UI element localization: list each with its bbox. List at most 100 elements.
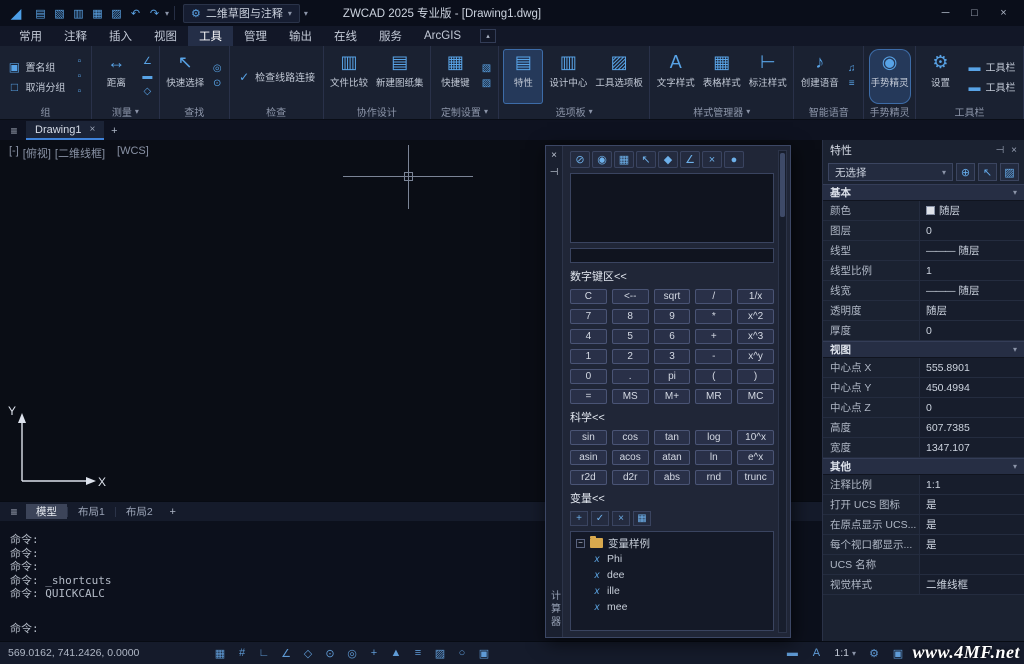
document-tab-drawing1[interactable]: Drawing1 × [26,121,105,140]
calc-key[interactable]: 4 [570,329,607,344]
intersection-icon[interactable]: × [702,151,722,168]
ribbon-tab-output[interactable]: 输出 [278,26,323,46]
calc-key[interactable]: * [695,309,733,324]
return-variable-icon[interactable]: ▦ [633,511,651,526]
dyn-toggle[interactable]: ▲ [386,645,406,662]
group-mini-icon-1[interactable]: ▫ [72,56,86,68]
clear-history-icon[interactable]: ◉ [592,151,612,168]
design-center-button[interactable]: ▥ 设计中心 [547,49,589,104]
isometric-toggle[interactable]: ◇ [298,645,318,662]
property-value[interactable]: ——— 随层 [920,281,1024,300]
smart-voice-mini-icon-2[interactable]: ≡ [845,78,859,90]
ribbon-group-label-style-manager[interactable]: 样式管理器 ▾ [654,104,789,119]
calc-key[interactable]: 0 [570,369,607,384]
undo-icon[interactable]: ↶ [126,4,145,22]
property-value[interactable]: 0 [920,398,1024,417]
model-space-icon[interactable]: ▬ [782,645,802,662]
calc-key[interactable]: rnd [695,470,733,485]
calc-key[interactable]: ln [695,450,733,465]
calc-key[interactable]: 7 [570,309,607,324]
close-icon[interactable]: × [89,124,95,135]
smart-voice-mini-icon-1[interactable]: ♫ [845,63,859,75]
calc-key[interactable]: MC [737,389,774,404]
toggle-pickadd-icon[interactable]: ⊕ [956,163,975,181]
calc-key[interactable]: pi [653,369,691,384]
property-value[interactable]: 0 [920,321,1024,340]
calc-key[interactable]: + [695,329,733,344]
variable-item[interactable]: x Phi [576,551,768,567]
calc-key[interactable]: tan [653,430,691,445]
property-value[interactable]: 1 [920,261,1024,280]
check-circuit-button[interactable]: ✓ 检查线路连接 [234,68,318,85]
calc-key[interactable]: 9 [653,309,691,324]
ribbon-tab-manage[interactable]: 管理 [233,26,278,46]
settings-button[interactable]: ⚙ 设置 [921,49,961,104]
osnap-3d-toggle[interactable]: ◎ [342,645,362,662]
print-icon[interactable]: ▨ [107,4,126,22]
calc-key[interactable]: sin [570,430,607,445]
calc-key[interactable]: d2r [611,470,649,485]
layout-menu-icon[interactable]: ≡ [2,502,26,521]
cycling-toggle[interactable]: ○ [452,645,472,662]
calc-key[interactable]: sqrt [653,289,691,304]
calc-key[interactable]: = [570,389,607,404]
variable-item[interactable]: x mee [576,599,768,615]
workspace-gear-icon[interactable]: ⚙ [864,645,884,662]
display-settings-icon[interactable]: ▣ [888,645,908,662]
customization-mini-icon-1[interactable]: ▧ [479,63,493,75]
get-coordinates-icon[interactable]: ↖ [636,151,656,168]
calc-key[interactable]: 5 [611,329,649,344]
measure-mini-icon-3[interactable]: ◇ [140,86,154,98]
section-header-basic[interactable]: 基本 ▾ [823,184,1024,201]
shortcut-keys-button[interactable]: ▦ 快捷键 [435,49,475,104]
save-icon[interactable]: ▥ [69,4,88,22]
property-value[interactable]: 是 [920,515,1024,534]
calc-key[interactable]: 8 [611,309,649,324]
section-header-view[interactable]: 视图 ▾ [823,341,1024,358]
calc-key[interactable]: asin [570,450,607,465]
property-value[interactable]: 是 [920,535,1024,554]
save-as-icon[interactable]: ▦ [88,4,107,22]
selection-dropdown[interactable]: 无选择 ▾ [828,163,953,181]
edit-variable-icon[interactable]: ✓ [591,511,609,526]
layout-tab-layout1[interactable]: 布局1 [68,504,115,519]
viewport-visual-style-control[interactable]: [二维线框] [54,145,106,161]
quick-properties-toggle[interactable]: ▣ [474,645,494,662]
calc-key[interactable]: 6 [653,329,691,344]
collapse-icon[interactable]: − [576,538,585,548]
osnap-toggle[interactable]: ⊙ [320,645,340,662]
scrollbar-thumb[interactable] [780,153,785,217]
calc-key[interactable]: acos [611,450,649,465]
tool-palettes-button[interactable]: ▨ 工具选项板 [593,49,645,104]
toolbar-button-a[interactable]: ▬ 工具栏 [965,58,1019,75]
snap-toggle[interactable]: # [232,645,252,662]
property-value[interactable]: 607.7385 [920,418,1024,437]
find-mini-icon-1[interactable]: ◎ [210,63,224,75]
ungroup-button[interactable]: □ 取消分组 [4,78,68,95]
calc-key[interactable]: MS [611,389,649,404]
measure-mini-icon-1[interactable]: ∠ [140,56,154,68]
new-sheet-set-button[interactable]: ▤ 新建图纸集 [374,49,426,104]
file-compare-button[interactable]: ▥ 文件比较 [328,49,370,104]
calc-key[interactable]: trunc [737,470,774,485]
lineweight-toggle[interactable]: ≡ [408,645,428,662]
property-value[interactable]: 450.4994 [920,378,1024,397]
layout-tab-model[interactable]: 模型 [26,504,67,519]
calc-key[interactable]: C [570,289,607,304]
calc-key[interactable]: 10^x [737,430,774,445]
paste-to-command-icon[interactable]: ▦ [614,151,634,168]
text-style-button[interactable]: A 文字样式 [655,49,697,104]
calc-key[interactable]: ) [737,369,774,384]
property-value[interactable]: 1:1 [920,475,1024,494]
scrollbar[interactable] [778,150,787,633]
dim-style-button[interactable]: ⊢ 标注样式 [747,49,789,104]
auto-hide-icon[interactable]: ⊣ [995,145,1004,156]
new-variable-icon[interactable]: + [570,511,588,526]
properties-button[interactable]: ▤ 特性 [503,49,544,104]
property-value[interactable]: 二维线框 [920,575,1024,594]
calc-key[interactable]: 3 [653,349,691,364]
qat-expand-icon[interactable]: ▾ [165,9,169,18]
auto-hide-icon[interactable]: ⊣ [548,166,561,179]
ribbon-tab-tools[interactable]: 工具 [188,26,233,46]
ribbon-group-label-customization[interactable]: 定制设置 ▾ [435,104,494,119]
